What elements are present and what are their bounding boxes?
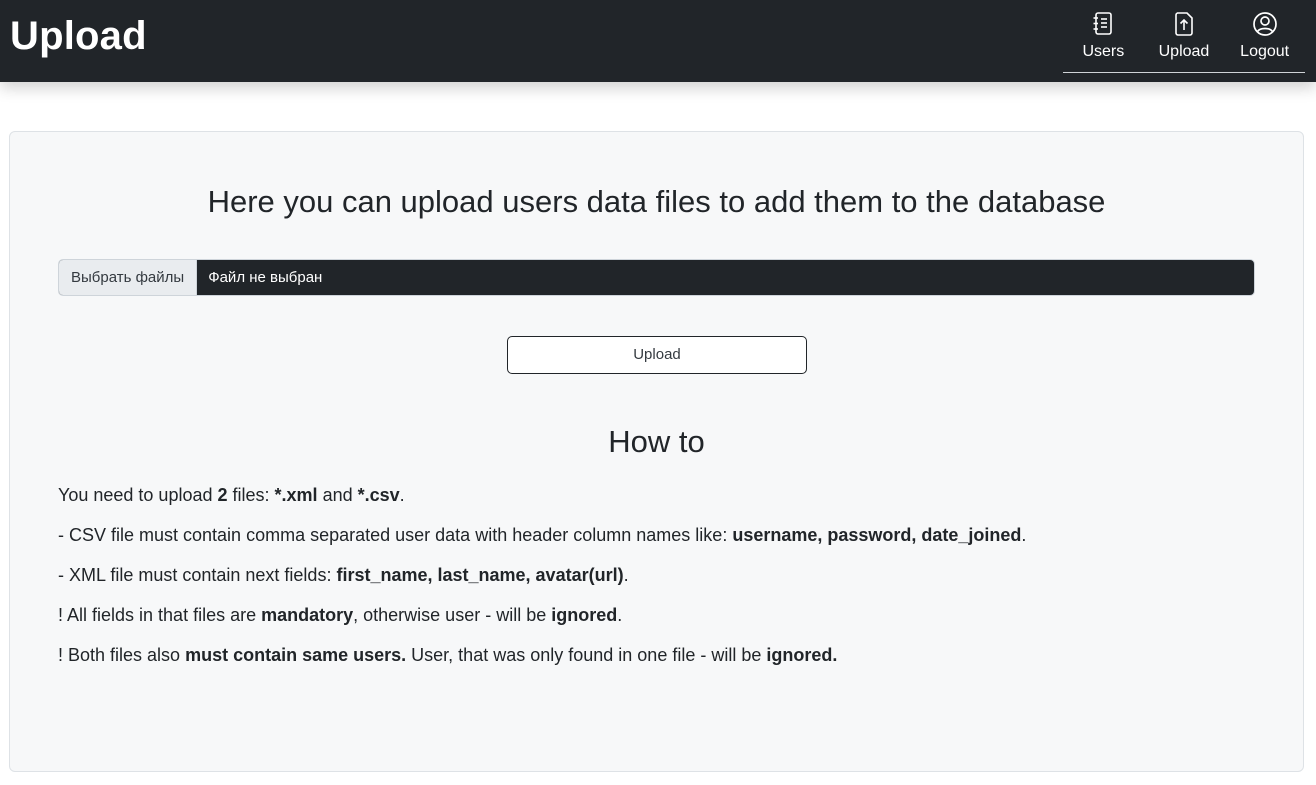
nav-item-users[interactable]: Users	[1064, 10, 1142, 72]
instruction-bold: username, password, date_joined	[732, 525, 1022, 545]
file-status-text: Файл не выбран	[208, 269, 323, 286]
instruction-bold: ignored	[551, 605, 618, 625]
instruction-text: You need to upload	[58, 485, 218, 505]
instruction-line-2: - CSV file must contain comma separated …	[58, 524, 1258, 546]
instruction-bold: *.xml	[274, 485, 318, 505]
instruction-bold: mandatory	[261, 605, 354, 625]
instruction-text: files:	[227, 485, 275, 505]
instruction-bold: first_name, last_name, avatar(url)	[336, 565, 624, 585]
instruction-bold: ignored.	[766, 645, 838, 665]
instruction-line-4: ! All fields in that files are mandatory…	[58, 604, 1258, 626]
journal-icon	[1093, 12, 1113, 35]
instruction-text: .	[617, 605, 623, 625]
nav-label-logout: Logout	[1240, 43, 1290, 60]
instruction-text: ! All fields in that files are	[58, 605, 262, 625]
person-circle-icon	[1252, 12, 1277, 36]
instruction-line-5: ! Both files also must contain same user…	[58, 644, 1258, 666]
choose-files-button[interactable]: Выбрать файлы	[59, 260, 198, 295]
nav-item-upload[interactable]: Upload	[1145, 10, 1223, 72]
instructions: You need to upload 2 files: *.xml and *.…	[58, 484, 1258, 684]
instruction-line-1: You need to upload 2 files: *.xml and *.…	[58, 484, 1258, 506]
howto-title: How to	[608, 424, 705, 459]
navbar: Upload Users Upload Logout	[0, 0, 1316, 82]
instruction-bold: 2	[217, 485, 228, 505]
instruction-bold: *.csv	[357, 485, 400, 505]
upload-button[interactable]: Upload	[507, 336, 807, 374]
nav-menu: Users Upload Logout	[1063, 10, 1305, 73]
brand-title: Upload	[10, 14, 147, 58]
instruction-text: - XML file must contain next fields:	[58, 565, 337, 585]
nav-item-logout[interactable]: Logout	[1226, 10, 1304, 72]
instruction-text: ! Both files also	[58, 645, 186, 665]
instruction-text: and	[317, 485, 358, 505]
page-heading: Here you can upload users data files to …	[207, 184, 1106, 219]
instruction-text: .	[623, 565, 629, 585]
instruction-text: , otherwise user - will be	[353, 605, 552, 625]
file-input[interactable]: Выбрать файлы Файл не выбран	[58, 259, 1255, 296]
file-upload-icon	[1175, 12, 1193, 36]
instruction-text: User, that was only found in one file - …	[406, 645, 767, 665]
nav-label-users: Users	[1082, 43, 1125, 60]
upload-card: Here you can upload users data files to …	[9, 131, 1304, 772]
instruction-bold: must contain same users.	[185, 645, 407, 665]
nav-label-upload: Upload	[1158, 43, 1210, 60]
instruction-text: .	[399, 485, 405, 505]
instruction-text: - CSV file must contain comma separated …	[58, 525, 733, 545]
instruction-text: .	[1021, 525, 1027, 545]
instruction-line-3: - XML file must contain next fields: fir…	[58, 564, 1258, 586]
